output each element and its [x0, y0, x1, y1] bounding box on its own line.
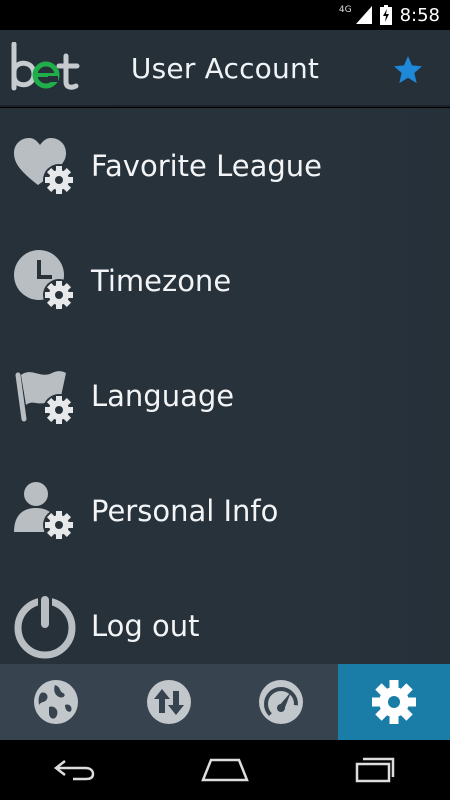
- status-bar: 4G 8:58: [0, 0, 450, 30]
- clock-gear-icon: [14, 249, 75, 311]
- power-icon: [14, 592, 76, 658]
- up-down-arrows-icon: [146, 680, 191, 724]
- menu-item-timezone[interactable]: Timezone: [0, 223, 450, 338]
- menu-label: Personal Info: [91, 493, 279, 528]
- menu-label: Language: [91, 378, 235, 413]
- battery-icon: [379, 5, 392, 25]
- user-gear-icon: [14, 481, 75, 541]
- speedometer-icon: [259, 680, 304, 724]
- heart-gear-icon: [14, 137, 75, 196]
- tab-settings[interactable]: [337, 664, 450, 740]
- globe-icon: [34, 680, 79, 724]
- menu-item-favorite-league[interactable]: Favorite League: [0, 108, 450, 223]
- settings-gear-icon: [371, 680, 416, 724]
- tab-transfers[interactable]: [113, 664, 226, 740]
- clock: 8:58: [399, 4, 440, 26]
- tab-world[interactable]: [0, 664, 113, 740]
- system-navigation-bar: [0, 740, 450, 800]
- menu-label: Favorite League: [91, 148, 322, 183]
- page-title: User Account: [130, 52, 320, 85]
- settings-menu: Favorite League Timezone Language Person…: [0, 108, 450, 664]
- menu-label: Log out: [91, 608, 200, 643]
- tab-live[interactable]: [225, 664, 338, 740]
- signal-icon: [355, 6, 372, 24]
- back-icon: [53, 760, 95, 781]
- bottom-tab-bar: [0, 664, 450, 740]
- menu-item-personal-info[interactable]: Personal Info: [0, 453, 450, 568]
- menu-label: Timezone: [91, 263, 232, 298]
- home-button[interactable]: [195, 750, 255, 790]
- flag-gear-icon: [15, 370, 75, 426]
- app-bar: User Account: [0, 30, 450, 107]
- recents-button[interactable]: [345, 750, 405, 790]
- back-button[interactable]: [45, 750, 105, 790]
- network-type: 4G: [338, 5, 352, 15]
- recents-icon: [355, 757, 395, 783]
- menu-item-language[interactable]: Language: [0, 338, 450, 453]
- star-icon[interactable]: [390, 54, 426, 86]
- home-icon: [201, 758, 249, 782]
